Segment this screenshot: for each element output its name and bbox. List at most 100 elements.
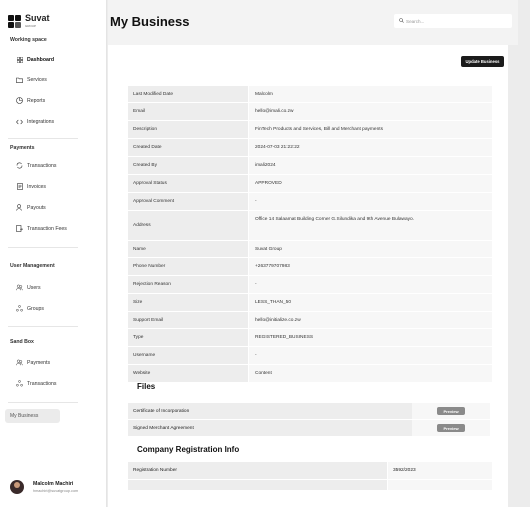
row-key: Approval Status	[128, 175, 248, 192]
row-key: Approval Comment	[128, 193, 248, 210]
registration-section-title: Company Registration Info	[137, 445, 240, 454]
section-title-sandbox: Sand Box	[10, 339, 34, 345]
divider	[8, 247, 78, 248]
update-business-button[interactable]: Update Business	[461, 56, 504, 67]
table-row: Size LESS_THAN_50	[128, 294, 492, 312]
sidebar-item-label: Groups	[27, 305, 45, 312]
sidebar-item-transactions[interactable]: Transactions	[16, 162, 57, 169]
sidebar-item-label: Users	[27, 284, 41, 291]
table-row: Last Modified Date Malcolm	[128, 86, 492, 103]
sidebar-item-label: Services	[27, 76, 47, 83]
sidebar-item-dashboard[interactable]: Dashboard	[16, 56, 54, 63]
row-value: +263779707983	[248, 258, 492, 275]
sidebar-item-sandbox-transactions[interactable]: Transactions	[16, 380, 57, 387]
groups-icon	[16, 305, 23, 312]
row-key: Name	[128, 241, 248, 257]
row-key: Rejection Reason	[128, 276, 248, 293]
row-value: Suvat Group	[248, 241, 492, 257]
row-key: Website	[128, 365, 248, 382]
divider	[8, 326, 78, 327]
row-key: Phone Number	[128, 258, 248, 275]
users-icon	[16, 284, 23, 291]
logo[interactable]: Suvat GROUP	[8, 14, 50, 30]
table-row: Rejection Reason -	[128, 276, 492, 294]
document-icon	[16, 183, 23, 190]
file-name: Certificate of Incorporation	[128, 403, 412, 419]
search-input[interactable]: Search...	[394, 14, 512, 28]
table-row: Type REGISTERED_BUSINESS	[128, 329, 492, 347]
row-key: Support Email	[128, 312, 248, 328]
sidebar-item-label: Reports	[27, 97, 46, 104]
logo-icon	[8, 15, 22, 29]
row-key: Description	[128, 121, 248, 138]
person-icon	[16, 204, 23, 211]
sidebar-item-transaction-fees[interactable]: Transaction Fees	[16, 225, 67, 232]
files-section-title: Files	[137, 382, 156, 391]
sidebar-item-reports[interactable]: Reports	[16, 97, 45, 104]
code-icon	[16, 118, 23, 125]
sidebar: Suvat GROUP Working space Dashboard Serv…	[0, 0, 107, 507]
row-value: Content	[248, 365, 492, 382]
user-profile[interactable]: Malcolm Machiri hmachiri@suvatgroup.com	[10, 480, 78, 494]
row-key: Created Date	[128, 139, 248, 156]
row-key: Registration Number	[128, 462, 387, 479]
preview-button[interactable]: Preview	[437, 424, 465, 432]
topbar: My Business Search...	[108, 0, 518, 45]
files-table: Certificate of Incorporation Preview Sig…	[128, 403, 490, 437]
grid-icon	[16, 56, 23, 63]
row-value: hello@imali.co.zw	[248, 103, 492, 120]
sidebar-item-label: Transaction Fees	[27, 225, 67, 232]
sidebar-item-my-business[interactable]: My Business	[5, 409, 60, 423]
row-value: REGISTERED_BUSINESS	[248, 329, 492, 346]
file-name: Signed Merchant Agreement	[128, 420, 412, 436]
table-row: Email hello@imali.co.zw	[128, 103, 492, 121]
file-row: Certificate of Incorporation Preview	[128, 403, 490, 420]
sidebar-item-label: Transactions	[27, 380, 57, 387]
row-value: Office 14 Salaamat Building Corner G.Sil…	[248, 211, 492, 240]
sidebar-item-label: Integrations	[27, 118, 55, 125]
row-value: 3592/2023	[387, 462, 492, 479]
table-row: Name Suvat Group	[128, 241, 492, 258]
file-row: Signed Merchant Agreement Preview	[128, 420, 490, 437]
sidebar-item-label: Transactions	[27, 162, 57, 169]
sidebar-item-payouts[interactable]: Payouts	[16, 204, 46, 211]
sidebar-item-services[interactable]: Services	[16, 76, 47, 83]
registration-table: Registration Number 3592/2023	[128, 462, 492, 490]
refresh-icon	[16, 162, 23, 169]
sidebar-item-label: Payouts	[27, 204, 46, 211]
search-placeholder: Search...	[406, 18, 425, 24]
user-email: hmachiri@suvatgroup.com	[33, 489, 79, 493]
users-icon	[16, 359, 23, 366]
sidebar-item-users[interactable]: Users	[16, 284, 41, 291]
pie-chart-icon	[16, 97, 23, 104]
row-key: Last Modified Date	[128, 86, 248, 102]
section-title-payments: Payments	[10, 145, 35, 151]
sidebar-item-integrations[interactable]: Integrations	[16, 118, 54, 125]
table-row: Username -	[128, 347, 492, 365]
table-row: Created By imali2024	[128, 157, 492, 175]
divider	[8, 402, 78, 403]
table-row: Approval Status APPROVED	[128, 175, 492, 193]
sidebar-item-sandbox-payments[interactable]: Payments	[16, 359, 50, 366]
table-row: Registration Number 3592/2023	[128, 462, 492, 479]
row-value: APPROVED	[248, 175, 492, 192]
row-value: hello@initialize.co.zw	[248, 312, 492, 328]
section-title-working-space: Working space	[10, 37, 47, 43]
row-key: Created By	[128, 157, 248, 174]
row-value: FinTech Products and Services, Bill and …	[248, 121, 492, 138]
row-value: -	[248, 193, 492, 210]
row-value: LESS_THAN_50	[248, 294, 492, 311]
preview-button[interactable]: Preview	[437, 407, 465, 415]
sidebar-item-groups[interactable]: Groups	[16, 305, 44, 312]
table-row: Created Date 2024-07-03 21:22:22	[128, 139, 492, 157]
row-key: Size	[128, 294, 248, 311]
row-value: Malcolm	[248, 86, 492, 102]
table-row: Website Content	[128, 365, 492, 383]
table-row	[128, 480, 492, 490]
row-value: -	[248, 347, 492, 364]
user-name: Malcolm Machiri	[33, 481, 74, 487]
row-key: Type	[128, 329, 248, 346]
file-export-icon	[16, 225, 23, 232]
row-value: -	[248, 276, 492, 293]
sidebar-item-invoices[interactable]: Invoices	[16, 183, 46, 190]
